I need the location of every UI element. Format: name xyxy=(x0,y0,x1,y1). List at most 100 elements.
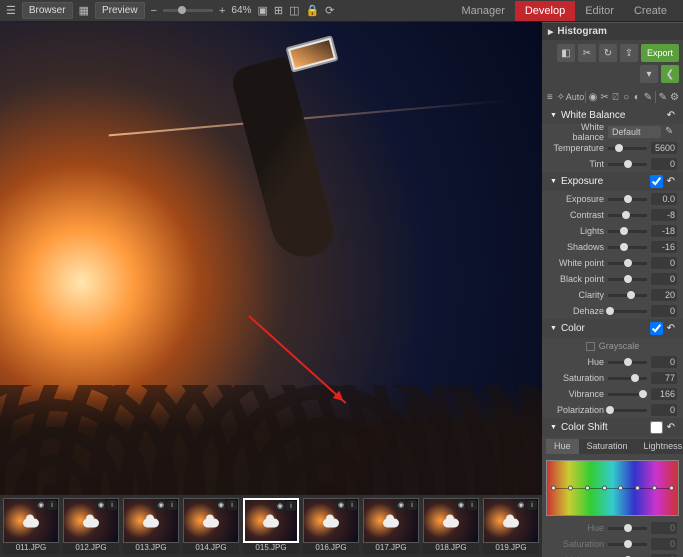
auto-button[interactable]: Auto xyxy=(568,90,582,104)
share-icon[interactable]: ❮ xyxy=(661,65,679,83)
polarization-slider[interactable] xyxy=(608,409,647,412)
thumbnail[interactable]: ◉i019.JPG xyxy=(483,498,539,554)
cs-hue-slider[interactable] xyxy=(608,527,647,530)
zoom-slider[interactable] xyxy=(163,9,213,12)
temperature-value[interactable]: 5600 xyxy=(651,142,677,154)
lights-value[interactable]: -18 xyxy=(651,225,677,237)
upload-icon[interactable]: ⇪ xyxy=(620,44,638,62)
whitept-slider[interactable] xyxy=(608,262,647,265)
white-balance-select[interactable]: Default xyxy=(608,126,661,138)
undo-icon[interactable]: ↶ xyxy=(667,323,675,334)
thumbnail[interactable]: ◉i013.JPG xyxy=(123,498,179,554)
thumbnail[interactable]: ◉i015.JPG xyxy=(243,498,299,554)
zoom-out-icon[interactable]: − xyxy=(151,5,157,17)
contrast-slider[interactable] xyxy=(608,214,647,217)
exposure-value[interactable]: 0.0 xyxy=(651,193,677,205)
brush-icon[interactable]: ✎ xyxy=(644,90,652,104)
thumbnail[interactable]: ◉i016.JPG xyxy=(303,498,359,554)
straighten-icon[interactable]: ⍁ xyxy=(612,90,620,104)
cs-tab-hue[interactable]: Hue xyxy=(546,439,579,454)
vibrance-slider[interactable] xyxy=(608,393,647,396)
crop2-icon[interactable]: ✂ xyxy=(600,90,608,104)
hue-slider[interactable] xyxy=(608,361,647,364)
thumbnail-label: 014.JPG xyxy=(183,543,239,554)
tag-icon[interactable]: ◧ xyxy=(557,44,575,62)
vibrance-value[interactable]: 166 xyxy=(651,388,677,400)
rotate-icon[interactable]: ↻ xyxy=(599,44,617,62)
gear-icon[interactable]: ⚙ xyxy=(670,90,679,104)
shadows-slider[interactable] xyxy=(608,246,647,249)
exposure-header[interactable]: ▼Exposure ↶ xyxy=(542,172,683,191)
thumbnail[interactable]: ◉i011.JPG xyxy=(3,498,59,554)
info-icon: i xyxy=(167,500,177,510)
temperature-slider[interactable] xyxy=(608,147,647,150)
blackpt-slider[interactable] xyxy=(608,278,647,281)
camera-icon: ◉ xyxy=(456,500,466,510)
gradient-icon[interactable]: ◐ xyxy=(633,90,641,104)
info-icon: i xyxy=(286,501,296,511)
hue-value[interactable]: 0 xyxy=(651,356,677,368)
crop-icon[interactable]: ✂ xyxy=(578,44,596,62)
undo-icon[interactable]: ↶ xyxy=(667,176,675,187)
tab-develop[interactable]: Develop xyxy=(515,1,575,21)
exposure-toggle[interactable] xyxy=(650,175,663,188)
filmstrip[interactable]: ◉i011.JPG◉i012.JPG◉i013.JPG ◉ i 014.JPG ◉i01… xyxy=(0,495,542,557)
clarity-slider[interactable] xyxy=(608,294,647,297)
tint-value[interactable]: 0 xyxy=(651,158,677,170)
info-icon: i xyxy=(227,500,237,510)
thumbnail[interactable]: ◉i012.JPG xyxy=(63,498,119,554)
compare-icon[interactable]: ◫ xyxy=(289,4,299,17)
edit-icon[interactable]: ✎ xyxy=(659,90,667,104)
dehaze-slider[interactable] xyxy=(608,310,647,313)
lock-icon[interactable]: 🔒 xyxy=(305,4,319,17)
polarization-value[interactable]: 0 xyxy=(651,404,677,416)
zoom-in-icon[interactable]: + xyxy=(219,5,225,17)
saturation-slider[interactable] xyxy=(608,377,647,380)
camera-icon[interactable]: ◉ xyxy=(589,90,598,104)
tab-manager[interactable]: Manager xyxy=(451,1,514,21)
image-preview[interactable] xyxy=(0,22,542,495)
thumbnail[interactable]: ◉i018.JPG xyxy=(423,498,479,554)
color-shift-toggle[interactable] xyxy=(650,421,663,434)
refresh-icon[interactable]: ⟳ xyxy=(325,4,334,17)
camera-icon: ◉ xyxy=(336,500,346,510)
tint-slider[interactable] xyxy=(608,163,647,166)
cs-tab-lightness[interactable]: Lightness xyxy=(636,439,683,454)
cloud-icon xyxy=(383,518,399,527)
tab-create[interactable]: Create xyxy=(624,1,677,21)
undo-icon[interactable]: ↶ xyxy=(667,110,675,121)
undo-icon[interactable]: ↶ xyxy=(667,422,675,433)
tab-editor[interactable]: Editor xyxy=(575,1,624,21)
wand-icon[interactable]: ✧ xyxy=(557,90,565,104)
menu-icon[interactable]: ☰ xyxy=(6,4,16,17)
dehaze-value[interactable]: 0 xyxy=(651,305,677,317)
color-shift-spectrum[interactable] xyxy=(546,460,679,516)
blackpt-value[interactable]: 0 xyxy=(651,273,677,285)
grayscale-checkbox[interactable] xyxy=(586,342,595,351)
fit-icon[interactable]: ▣ xyxy=(257,4,267,17)
histogram-header[interactable]: ▶ Histogram xyxy=(542,22,683,40)
cs-sat-slider[interactable] xyxy=(608,543,647,546)
export-button[interactable]: Export xyxy=(641,44,679,62)
preview-mode-button[interactable]: Preview xyxy=(95,2,145,19)
color-shift-header[interactable]: ▼Color Shift ↶ xyxy=(542,418,683,437)
color-header[interactable]: ▼Color ↶ xyxy=(542,319,683,338)
shadows-value[interactable]: -16 xyxy=(651,241,677,253)
lights-slider[interactable] xyxy=(608,230,647,233)
color-toggle[interactable] xyxy=(650,322,663,335)
thumbnail[interactable]: ◉i017.JPG xyxy=(363,498,419,554)
thumbnail[interactable]: ◉i014.JPG xyxy=(183,498,239,554)
eyedropper-icon[interactable]: ✎ xyxy=(665,126,677,138)
hamburger-icon[interactable]: ≡ xyxy=(546,90,554,104)
browser-mode-button[interactable]: Browser xyxy=(22,2,73,19)
contrast-value[interactable]: -8 xyxy=(651,209,677,221)
histogram-label: Histogram xyxy=(557,26,606,37)
clarity-value[interactable]: 20 xyxy=(651,289,677,301)
cs-tab-saturation[interactable]: Saturation xyxy=(579,439,636,454)
spot-icon[interactable]: ○ xyxy=(622,90,630,104)
whitept-value[interactable]: 0 xyxy=(651,257,677,269)
export-dropdown-icon[interactable]: ▾ xyxy=(640,65,658,83)
saturation-value[interactable]: 77 xyxy=(651,372,677,384)
grid-icon[interactable]: ⊞ xyxy=(274,4,283,17)
exposure-slider[interactable] xyxy=(608,198,647,201)
